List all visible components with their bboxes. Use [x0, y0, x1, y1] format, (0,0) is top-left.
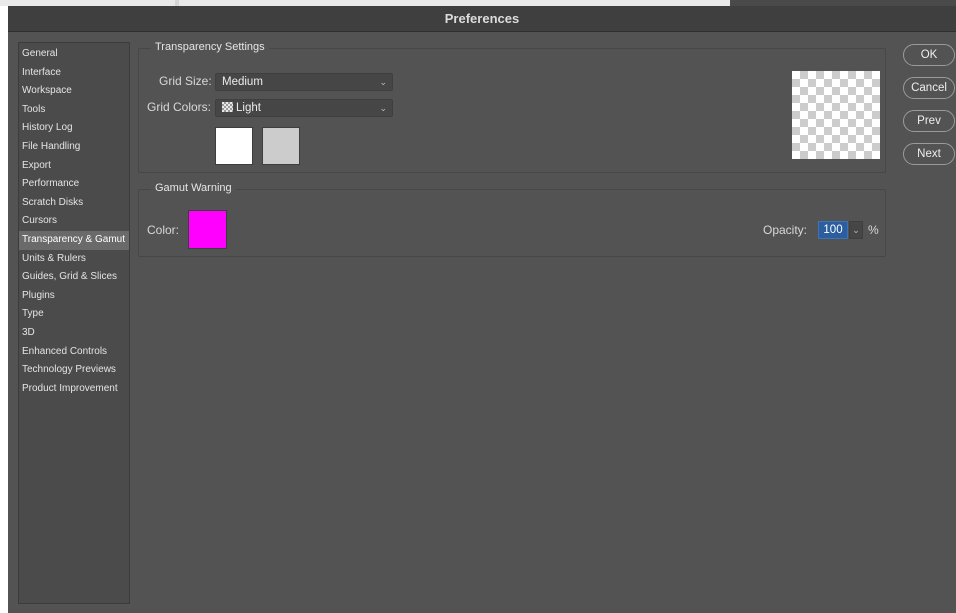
grid-color-swatch-2[interactable] [262, 127, 300, 165]
sidebar-item-plugins[interactable]: Plugins [19, 287, 129, 306]
gamut-warning-title: Gamut Warning [151, 182, 236, 194]
sidebar-item-transparency-gamut[interactable]: Transparency & Gamut [19, 230, 129, 250]
sidebar-item-performance[interactable]: Performance [19, 175, 129, 194]
sidebar-item-technology-previews[interactable]: Technology Previews [19, 361, 129, 380]
sidebar-item-cursors[interactable]: Cursors [19, 212, 129, 231]
sidebar-item-scratch-disks[interactable]: Scratch Disks [19, 194, 129, 213]
window-title: Preferences [444, 11, 520, 26]
gamut-color-swatch[interactable] [188, 210, 227, 249]
grid-size-value: Medium [222, 76, 263, 88]
next-button[interactable]: Next [903, 143, 955, 165]
gamut-warning-group: Gamut Warning Color: Opacity: 100 ⌄ % [138, 182, 886, 257]
transparency-preview [792, 71, 880, 159]
grid-colors-label: Grid Colors: [147, 100, 212, 114]
sidebar-item-tools[interactable]: Tools [19, 101, 129, 120]
checkerboard-icon [222, 102, 233, 112]
sidebar-item-guides-grid-slices[interactable]: Guides, Grid & Slices [19, 268, 129, 287]
opacity-unit: % [868, 223, 879, 237]
opacity-dropdown[interactable]: ⌄ [849, 221, 863, 239]
preferences-dialog: Preferences General Interface Workspace … [8, 6, 956, 613]
sidebar-item-file-handling[interactable]: File Handling [19, 138, 129, 157]
transparency-settings-title: Transparency Settings [151, 41, 269, 53]
sidebar-item-3d[interactable]: 3D [19, 324, 129, 343]
grid-size-label: Grid Size: [159, 74, 212, 88]
transparency-settings-group: Transparency Settings Grid Size: Medium … [138, 41, 886, 173]
cancel-button[interactable]: Cancel [903, 77, 955, 99]
chevron-down-icon: ⌄ [379, 103, 387, 113]
opacity-label: Opacity: [763, 223, 808, 237]
sidebar-item-general[interactable]: General [19, 45, 129, 64]
grid-color-swatch-1[interactable] [215, 127, 253, 165]
sidebar-item-workspace[interactable]: Workspace [19, 82, 129, 101]
sidebar-item-interface[interactable]: Interface [19, 64, 129, 83]
chevron-down-icon: ⌄ [379, 77, 387, 87]
preferences-sidebar: General Interface Workspace Tools Histor… [18, 42, 130, 604]
grid-size-select[interactable]: Medium ⌄ [215, 73, 393, 91]
sidebar-item-units-rulers[interactable]: Units & Rulers [19, 250, 129, 269]
sidebar-item-product-improvement[interactable]: Product Improvement [19, 380, 129, 399]
ok-button[interactable]: OK [903, 44, 955, 66]
grid-colors-value: Light [236, 102, 261, 114]
grid-colors-select[interactable]: Light ⌄ [215, 99, 393, 117]
sidebar-item-export[interactable]: Export [19, 157, 129, 176]
chevron-down-icon: ⌄ [852, 225, 860, 235]
sidebar-item-enhanced-controls[interactable]: Enhanced Controls [19, 343, 129, 362]
sidebar-item-type[interactable]: Type [19, 305, 129, 324]
prev-button[interactable]: Prev [903, 110, 955, 132]
gamut-color-label: Color: [147, 223, 180, 237]
opacity-field[interactable]: 100 [818, 221, 848, 239]
sidebar-item-history-log[interactable]: History Log [19, 119, 129, 138]
title-bar: Preferences [8, 6, 956, 32]
